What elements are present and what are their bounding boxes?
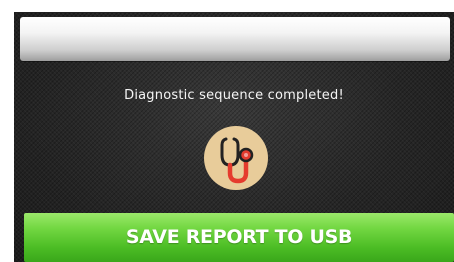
stethoscope-icon bbox=[203, 125, 269, 191]
status-message: Diagnostic sequence completed! bbox=[124, 88, 344, 103]
save-report-button[interactable]: SAVE REPORT TO USB bbox=[24, 213, 454, 262]
header-bar bbox=[20, 17, 450, 61]
diagnostic-screen: Diagnostic sequence completed! SAVE REPO… bbox=[14, 12, 454, 262]
app-window: Diagnostic sequence completed! SAVE REPO… bbox=[0, 0, 454, 262]
